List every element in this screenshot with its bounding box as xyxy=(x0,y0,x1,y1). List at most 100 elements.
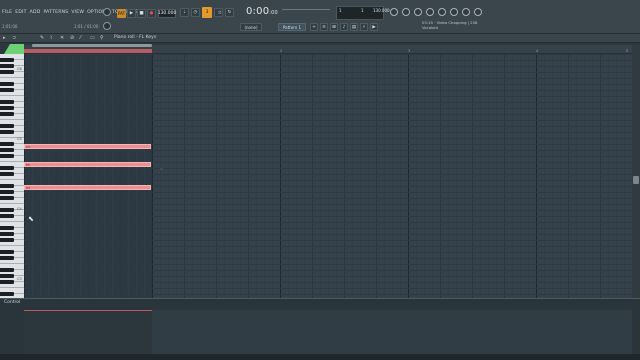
horizontal-scrollbar[interactable] xyxy=(0,354,640,360)
black-key[interactable] xyxy=(0,154,14,158)
vertical-scroll-thumb[interactable] xyxy=(633,176,639,184)
black-key[interactable] xyxy=(0,88,14,92)
pattern-loop-region[interactable] xyxy=(24,49,152,53)
play-button[interactable]: ▶ xyxy=(127,9,136,18)
note[interactable]: C5 xyxy=(24,144,151,149)
grid-hline xyxy=(24,126,632,127)
black-key[interactable] xyxy=(0,238,14,242)
menu-view[interactable]: VIEW xyxy=(71,10,84,15)
video-button[interactable]: ▶ xyxy=(370,23,378,31)
note[interactable]: G5 xyxy=(24,185,151,190)
black-key[interactable] xyxy=(0,124,14,128)
grid-hline xyxy=(24,270,632,271)
browser-icon[interactable] xyxy=(474,8,482,16)
hint-panel: 03:15 · Video Chopping | 258 Vocaloid xyxy=(422,20,478,30)
black-key[interactable] xyxy=(0,64,14,68)
mute-icon[interactable]: ⊘ xyxy=(70,35,74,41)
plugin-picker-button[interactable]: ⚡ xyxy=(360,23,368,31)
grid-hline xyxy=(24,78,632,79)
black-key[interactable] xyxy=(0,58,14,62)
black-key[interactable] xyxy=(0,106,14,110)
black-key[interactable] xyxy=(0,268,14,272)
grid-hline xyxy=(24,96,632,97)
tempo-display[interactable]: 130.000 xyxy=(158,9,176,18)
mixer-icon[interactable] xyxy=(462,8,470,16)
loop-record-button[interactable]: ↻ xyxy=(225,8,234,17)
arrow-icon[interactable]: ▸ xyxy=(3,35,6,41)
play-icon: ▶ xyxy=(129,11,134,16)
magnet-icon[interactable]: ⊃ xyxy=(12,35,16,41)
piano-keyboard[interactable]: C6 C5 C4 C3 xyxy=(0,54,24,298)
record-button[interactable]: ● xyxy=(147,9,156,18)
grid-hline xyxy=(24,258,632,259)
pattern-selector[interactable]: Pattern 1 xyxy=(278,23,306,31)
black-key[interactable] xyxy=(0,190,14,194)
grid-hline xyxy=(24,174,632,175)
black-key[interactable] xyxy=(0,274,14,278)
horizontal-zoom-scrollbar[interactable] xyxy=(32,44,152,47)
menu-file[interactable]: FILE xyxy=(2,10,12,15)
black-key[interactable] xyxy=(0,280,14,284)
note-grid[interactable]: C5 E5 G5 xyxy=(24,54,632,298)
select-icon[interactable]: ▭ xyxy=(90,35,95,41)
plugin-database-icon[interactable] xyxy=(438,8,446,16)
menu-edit[interactable]: EDIT xyxy=(15,10,26,15)
grid-hline xyxy=(24,288,632,289)
monitor-panel: 1 1 130.000 xyxy=(336,6,390,20)
browser-button[interactable]: ▤ xyxy=(350,23,358,31)
record-icon: ● xyxy=(149,11,154,16)
black-key[interactable] xyxy=(0,166,14,170)
metronome-button[interactable]: ♩ xyxy=(180,8,189,17)
event-pattern-shade xyxy=(24,310,152,354)
black-key[interactable] xyxy=(0,196,14,200)
piano-roll-button[interactable]: ♪ xyxy=(340,23,348,31)
master-pitch-knob[interactable] xyxy=(103,22,111,30)
black-key[interactable] xyxy=(0,142,14,146)
countdown-button[interactable]: 3 xyxy=(202,7,212,18)
record-audio-icon[interactable] xyxy=(450,8,458,16)
note[interactable]: E5 xyxy=(24,162,151,167)
octave-label: C3 xyxy=(17,277,22,281)
black-key[interactable] xyxy=(0,82,14,86)
pencil-icon[interactable]: ✎ xyxy=(40,35,44,41)
black-key[interactable] xyxy=(0,232,14,236)
grid-hline xyxy=(24,54,632,55)
black-key[interactable] xyxy=(0,292,14,296)
pattern-mode-badge[interactable]: PAT xyxy=(117,9,126,18)
wait-input-button[interactable]: ◷ xyxy=(191,8,200,17)
brush-icon[interactable]: ⌇ xyxy=(50,35,52,41)
master-volume-knob[interactable] xyxy=(103,8,111,16)
black-key[interactable] xyxy=(0,112,14,116)
grid-hline xyxy=(24,156,632,157)
stop-button[interactable]: ■ xyxy=(137,9,146,18)
black-key[interactable] xyxy=(0,172,14,176)
black-key[interactable] xyxy=(0,256,14,260)
add-pattern-button[interactable]: + xyxy=(310,23,318,31)
menu-add[interactable]: ADD xyxy=(30,10,41,15)
snap-select[interactable]: (none) xyxy=(240,23,262,31)
black-key[interactable] xyxy=(0,226,14,230)
slice-icon[interactable]: ⁄ xyxy=(80,35,81,41)
settings-icon[interactable] xyxy=(402,8,410,16)
black-key[interactable] xyxy=(0,208,14,212)
channel-rack-button[interactable]: ⊞ xyxy=(330,23,338,31)
black-key[interactable] xyxy=(0,250,14,254)
tempo-tap-icon[interactable] xyxy=(414,8,422,16)
black-key[interactable] xyxy=(0,214,14,218)
help-icon[interactable] xyxy=(426,8,434,16)
vertical-scrollbar[interactable] xyxy=(632,45,640,298)
menu-patterns[interactable]: PATTERNS xyxy=(44,10,69,15)
black-key[interactable] xyxy=(0,130,14,134)
playlist-icon[interactable] xyxy=(390,8,398,16)
black-key[interactable] xyxy=(0,70,14,74)
grid-hline xyxy=(24,180,632,181)
control-selector[interactable]: Control xyxy=(4,300,20,305)
delete-icon[interactable]: ✕ xyxy=(60,35,64,41)
zoom-icon[interactable]: ⚲ xyxy=(100,35,104,41)
black-key[interactable] xyxy=(0,184,14,188)
blend-notes-button[interactable]: ⤨ xyxy=(214,8,223,17)
grid-hline xyxy=(24,240,632,241)
black-key[interactable] xyxy=(0,100,14,104)
black-key[interactable] xyxy=(0,148,14,152)
mixer-view-button[interactable]: ≡ xyxy=(320,23,328,31)
